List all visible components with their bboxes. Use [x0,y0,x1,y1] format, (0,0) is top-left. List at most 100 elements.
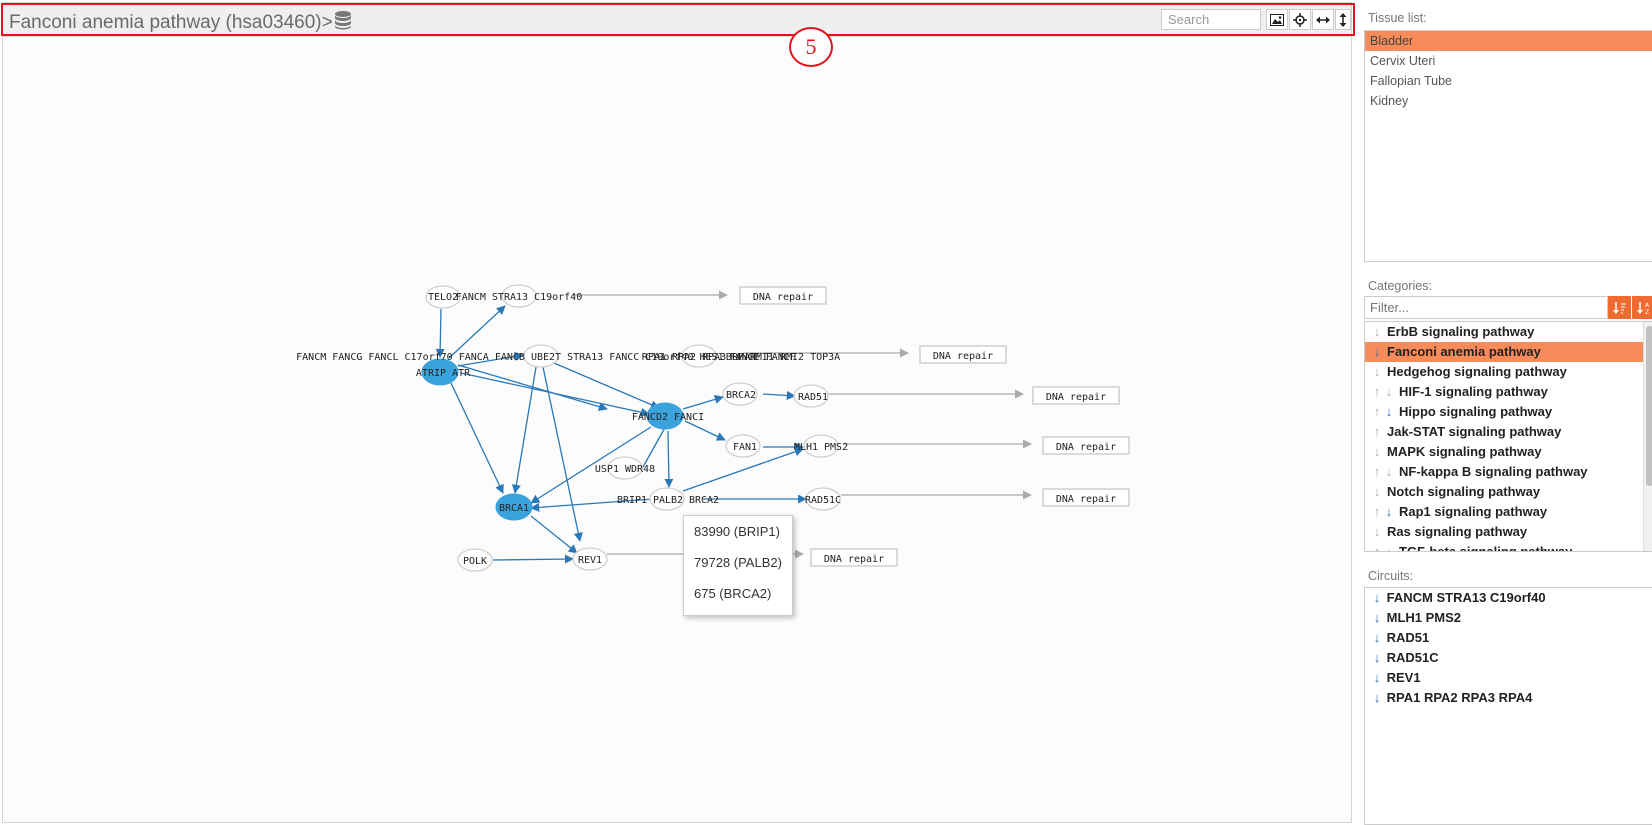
category-item[interactable]: ↑ ↓ NF-kappa B signaling pathway [1365,462,1652,482]
image-icon[interactable] [1266,9,1288,30]
sort-alpha-icon[interactable]: AZ [1632,296,1652,319]
circuit-label: RPA1 RPA2 RPA3 RPA4 [1386,690,1533,705]
edge-brca1-rev1 [530,515,578,554]
up-arrow-icon: ↑ [1373,424,1381,439]
sidebar: Tissue list: Bladder Cervix Uteri Fallop… [1360,0,1652,825]
down-arrow-icon: ↓ [1373,344,1381,359]
down-arrow-icon: ↓ [1373,484,1381,499]
pathway-title-text: Fanconi anemia pathway (hsa03460)> [9,12,333,33]
category-item[interactable]: ↑ ↓ Rap1 signaling pathway [1365,502,1652,522]
circuit-label: FANCM STRA13 C19orf40 [1386,590,1546,605]
edge-atr-fancm [448,305,506,359]
tooltip-item: 79728 (PALB2) [694,555,782,570]
circuit-item[interactable]: ↓ FANCM STRA13 C19orf40 [1365,588,1652,608]
label-brca1: BRCA1 [499,503,529,514]
category-item[interactable]: ↓ Ras signaling pathway [1365,522,1652,542]
category-item[interactable]: ↑ ↓ Hippo signaling pathway [1365,402,1652,422]
edge-fancd2-palb2 [664,430,674,488]
category-label: Hippo signaling pathway [1399,404,1553,419]
down-arrow-icon: ↓ [1373,364,1381,379]
edge-facore-fancd2 [546,359,660,409]
label-brca2-bottom: BRCA2 [689,495,719,506]
tissue-item-bladder[interactable]: Bladder [1365,31,1652,51]
scroll-thumb[interactable] [1646,326,1652,486]
label-output-1: DNA repair [753,292,813,303]
circuit-label: RAD51 [1386,630,1430,645]
down-arrow-icon: ↓ [1373,590,1381,605]
circuit-item[interactable]: ↓ REV1 [1365,668,1652,688]
edge-telo2-atr [435,308,445,358]
label-telo2: TELO2 [428,292,458,303]
category-scrollbar[interactable] [1643,322,1652,551]
label-polk: POLK [463,556,487,567]
down-arrow-icon: ↓ [1373,324,1381,339]
up-arrow-icon: ↑ [1373,504,1381,519]
label-atrip-atr: ATRIP ATR [416,368,471,379]
pathway-graph[interactable]: TELO2 FANCM STRA13 C19orf40 FANCM FANCG … [3,3,1352,823]
label-rev1: REV1 [578,555,602,566]
down-arrow-icon: ↓ [1373,630,1381,645]
tissue-list-label: Tissue list: [1368,11,1427,25]
category-item[interactable]: ↑ ↓ HIF-1 signaling pathway [1365,382,1652,402]
search-input[interactable] [1161,9,1261,30]
down-arrow-icon: ↓ [1373,690,1381,705]
category-item[interactable]: ↓ Notch signaling pathway [1365,482,1652,502]
label-mlh1-pms2: MLH1 PMS2 [794,442,848,453]
tissue-item-kidney[interactable]: Kidney [1365,91,1652,111]
label-rad51c: RAD51C [805,495,841,506]
label-fancm-stra13: FANCM STRA13 C19orf40 [456,292,582,303]
edge-fancd2-brca2 [682,394,724,410]
circuit-label: MLH1 PMS2 [1386,610,1462,625]
category-item[interactable]: ↑ ↓ TGF-beta signaling pathway [1365,542,1652,552]
viewer-toolbar: Fanconi anemia pathway (hsa03460)> [3,3,1351,37]
crosshair-icon[interactable] [1289,9,1311,30]
svg-text:Z: Z [1645,309,1649,315]
category-item[interactable]: ↓ MAPK signaling pathway [1365,442,1652,462]
category-label: ErbB signaling pathway [1387,324,1535,339]
circuit-label: REV1 [1386,670,1421,685]
down-arrow-icon: ↓ [1385,464,1393,479]
circuit-item[interactable]: ↓ RAD51C [1365,648,1652,668]
up-arrow-icon: ↑ [1373,544,1381,552]
category-label: NF-kappa B signaling pathway [1399,464,1588,479]
tissue-list: Bladder Cervix Uteri Fallopian Tube Kidn… [1364,30,1652,262]
edge-facore-rev1 [542,366,583,542]
down-arrow-icon: ↓ [1373,610,1381,625]
label-palb2: PALB2 [653,495,683,506]
label-brca2-top: BRCA2 [726,390,756,401]
circuit-item[interactable]: ↓ RPA1 RPA2 RPA3 RPA4 [1365,688,1652,708]
category-label: HIF-1 signaling pathway [1399,384,1548,399]
circuit-list: ↓ FANCM STRA13 C19orf40 ↓ MLH1 PMS2 ↓ RA… [1364,587,1652,825]
category-item[interactable]: ↓ ErbB signaling pathway [1365,322,1652,342]
edge-fancd2-fan1 [684,420,726,441]
down-arrow-icon: ↓ [1373,524,1381,539]
circuit-item[interactable]: ↓ RAD51 [1365,628,1652,648]
category-label: MAPK signaling pathway [1387,444,1542,459]
label-rad51: RAD51 [798,392,828,403]
tooltip-item: 83990 (BRIP1) [694,524,780,539]
label-usp1-wdr48: USP1 WDR48 [595,464,655,475]
label-output-3: DNA repair [1046,392,1106,403]
category-label: Rap1 signaling pathway [1399,504,1548,519]
category-item[interactable]: ↓ Fanconi anemia pathway [1365,342,1652,362]
fit-height-icon[interactable] [1335,9,1351,30]
category-label: TGF-beta signaling pathway [1399,544,1573,552]
sort-asc-icon[interactable] [1608,296,1631,319]
label-output-6: DNA repair [824,554,884,565]
category-item[interactable]: ↓ Hedgehog signaling pathway [1365,362,1652,382]
down-arrow-icon: ↓ [1373,670,1381,685]
tissue-item-cervix-uteri[interactable]: Cervix Uteri [1365,51,1652,71]
label-brip1: BRIP1 [617,495,647,506]
label-output-5: DNA repair [1056,494,1116,505]
tissue-item-fallopian-tube[interactable]: Fallopian Tube [1365,71,1652,91]
edge-polk-rev1 [492,554,574,564]
circuits-label: Circuits: [1368,569,1414,583]
circuit-item[interactable]: ↓ MLH1 PMS2 [1365,608,1652,628]
category-item[interactable]: ↑ Jak-STAT signaling pathway [1365,422,1652,442]
down-arrow-icon: ↓ [1385,384,1393,399]
database-icon[interactable] [334,10,352,36]
pathway-title: Fanconi anemia pathway (hsa03460)> [9,10,352,36]
category-label: Notch signaling pathway [1387,484,1541,499]
fit-width-icon[interactable] [1312,9,1334,30]
category-filter-input[interactable] [1364,296,1608,319]
